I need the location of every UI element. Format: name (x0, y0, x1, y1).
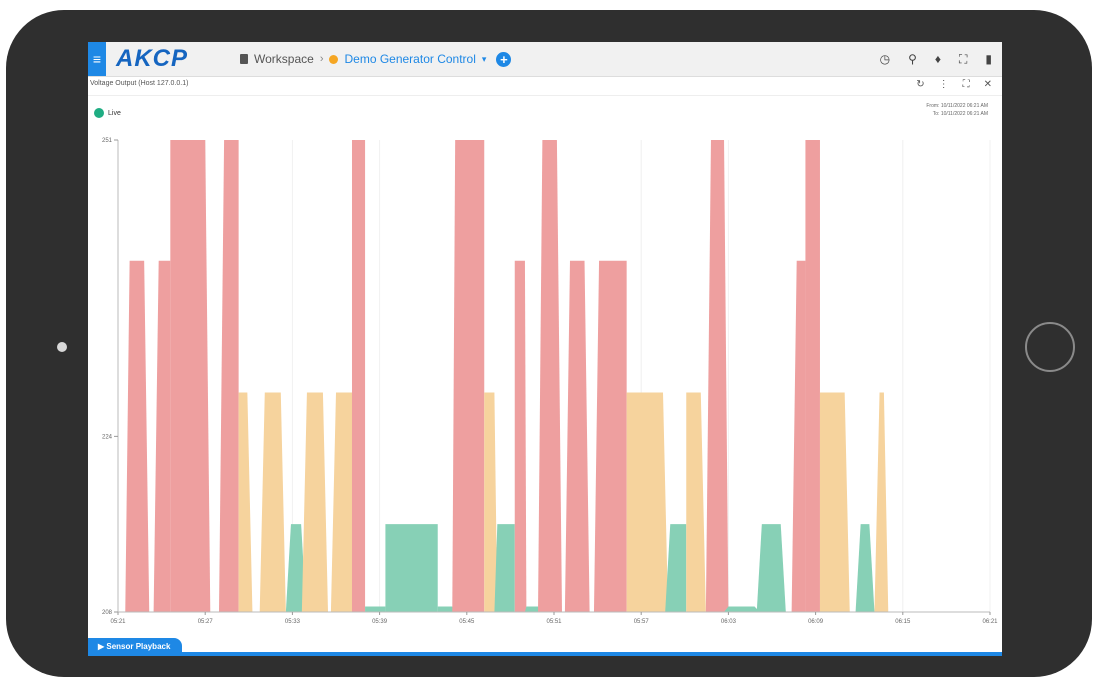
range-to: To: 10/11/2022 06:21 AM (932, 111, 988, 117)
top-bar: ≡ AKCP Workspace › Demo Generator Contro… (88, 42, 1002, 77)
area-segment (365, 606, 386, 612)
area-segment (153, 260, 171, 612)
area-segment (756, 524, 786, 612)
range-from: From: 10/11/2022 06:21 AM (926, 103, 988, 109)
widget-actions: ↻ ⋮ ⛶ ✕ (916, 79, 992, 90)
breadcrumb-dashboard[interactable]: Demo Generator Control (344, 52, 475, 66)
area-segment (170, 140, 211, 612)
area-segment (125, 260, 150, 612)
area-segment (351, 140, 366, 612)
breadcrumb: Workspace › Demo Generator Control ▾ + (240, 42, 512, 76)
chevron-down-icon[interactable]: ▾ (482, 54, 487, 65)
live-label: Live (108, 109, 121, 117)
area-segment (494, 524, 515, 612)
area-segment (514, 260, 527, 612)
fullscreen-icon[interactable]: ⛶ (959, 52, 967, 67)
x-tick-label: 05:45 (459, 619, 475, 625)
area-segment (484, 392, 498, 612)
akcp-logo: AKCP (116, 45, 189, 72)
y-tick-label: 224 (102, 434, 113, 440)
area-segment (259, 392, 286, 612)
x-tick-label: 05:21 (110, 619, 126, 625)
area-segment (686, 392, 706, 612)
area-segment (855, 524, 875, 612)
tablet-home-button[interactable] (1025, 322, 1075, 372)
x-tick-label: 05:57 (634, 619, 650, 625)
area-segment (564, 260, 590, 612)
sensor-icon[interactable]: ⚲ (908, 52, 917, 66)
y-tick-label: 251 (102, 138, 113, 144)
area-segment (805, 140, 820, 612)
dashboard-status-dot (329, 54, 339, 64)
area-segment (665, 524, 687, 612)
top-toolbar: ◷ ⚲ ♦ ⛶ ▮ (880, 42, 992, 76)
x-tick-label: 05:33 (285, 619, 301, 625)
tablet-camera (57, 342, 67, 352)
clock-icon[interactable]: ◷ (880, 52, 890, 66)
add-dashboard-button[interactable]: + (496, 51, 512, 67)
x-tick-label: 06:21 (982, 619, 998, 625)
area-segment (874, 392, 889, 612)
area-segment (330, 392, 352, 612)
breadcrumb-workspace[interactable]: Workspace (254, 52, 314, 66)
voltage-chart[interactable]: 208 224 251 05:21 05:27 05:33 05:39 05:45 05:51 0… (88, 128, 1002, 628)
more-icon[interactable]: ⋮ (939, 79, 949, 90)
area-segment (791, 260, 806, 612)
y-tick-label: 208 (102, 610, 113, 616)
workspace-icon (240, 54, 248, 64)
hamburger-icon[interactable]: ≡ (88, 42, 106, 76)
area-segment (819, 392, 850, 612)
area-segment (538, 140, 562, 612)
expand-icon[interactable]: ⛶ (963, 79, 970, 90)
widget-title: Voltage Output (Host 127.0.0.1) (90, 80, 189, 87)
area-segment (301, 392, 329, 612)
area-segment (593, 260, 627, 612)
date-range: From: 10/11/2022 06:21 AM To: 10/11/2022… (926, 102, 988, 118)
close-icon[interactable]: ✕ (984, 79, 992, 90)
user-icon[interactable]: ▮ (985, 52, 992, 66)
x-tick-label: 06:03 (721, 619, 737, 625)
notification-icon[interactable]: ♦ (935, 52, 941, 66)
area-segment (626, 392, 669, 612)
x-tick-label: 05:51 (546, 619, 562, 625)
widget-header: Voltage Output (Host 127.0.0.1) ↻ ⋮ ⛶ ✕ (88, 77, 1002, 96)
app-screen: ≡ AKCP Workspace › Demo Generator Contro… (88, 42, 1002, 656)
live-indicator[interactable]: Live (94, 108, 121, 118)
breadcrumb-separator: › (319, 53, 324, 65)
area-segment (705, 140, 729, 612)
refresh-icon[interactable]: ↻ (916, 79, 924, 90)
bottom-accent-bar (88, 652, 1002, 656)
x-tick-label: 06:09 (808, 619, 824, 625)
area-segment (724, 606, 760, 612)
live-dot-icon (94, 108, 104, 118)
area-segment (385, 524, 438, 612)
area-segment (452, 140, 485, 612)
x-tick-label: 05:27 (198, 619, 214, 625)
x-tick-label: 06:15 (895, 619, 911, 625)
x-tick-label: 05:39 (372, 619, 388, 625)
area-segment (219, 140, 239, 612)
area-segment (238, 392, 253, 612)
